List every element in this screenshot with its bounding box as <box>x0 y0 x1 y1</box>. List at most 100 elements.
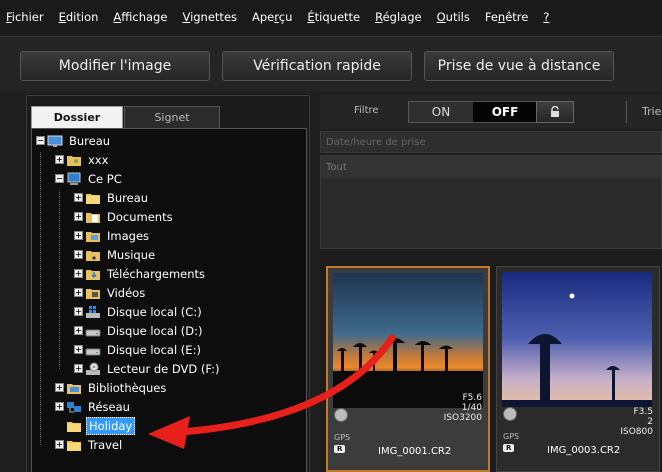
collapse-icon[interactable]: − <box>36 136 45 145</box>
filter-bar: Filtre ON OFF Trie <box>320 95 662 129</box>
tree-item-label: Images <box>107 228 150 243</box>
iso-value: ISO3200 <box>443 413 482 423</box>
tree-item-16[interactable]: + Travel <box>55 435 124 454</box>
expand-icon[interactable]: + <box>74 307 83 316</box>
gps-badge: GPS <box>334 433 351 442</box>
tab-bookmark[interactable]: Signet <box>124 106 220 128</box>
tree-item-label: Ce PC <box>88 171 122 186</box>
menu-0[interactable]: Fichier <box>6 10 44 24</box>
menu-4[interactable]: Aperçu <box>252 10 292 24</box>
tree-item-7[interactable]: + Téléchargements <box>74 264 207 283</box>
expand-icon[interactable]: + <box>55 155 64 164</box>
photo-night-baobab <box>502 272 652 407</box>
menu-1[interactable]: Edition <box>59 10 99 24</box>
libraries-icon <box>66 381 82 395</box>
expand-icon[interactable]: + <box>74 345 83 354</box>
tree-item-label: Disque local (E:) <box>107 342 201 357</box>
menu-2[interactable]: Affichage <box>113 10 167 24</box>
tree-item-4[interactable]: + Documents <box>74 207 175 226</box>
tree-connector <box>59 190 60 369</box>
menu-6[interactable]: Réglage <box>375 10 421 24</box>
drive-icon <box>85 324 101 338</box>
shooting-date-filter[interactable]: Date/heure de prise <box>320 131 662 153</box>
tree-item-6[interactable]: + Musique <box>74 245 157 264</box>
expand-icon[interactable]: + <box>74 193 83 202</box>
tree-item-11[interactable]: + Disque local (E:) <box>74 340 203 359</box>
tree-item-8[interactable]: + Vidéos <box>74 283 147 302</box>
quick-check-button[interactable]: Vérification rapide <box>222 51 412 81</box>
shutter-value: 1/40 <box>461 403 482 413</box>
menu-9[interactable]: ? <box>543 10 549 24</box>
tree-item-label: Holiday <box>86 416 136 435</box>
tab-folder[interactable]: Dossier <box>31 106 123 128</box>
menu-7[interactable]: Outils <box>437 10 470 24</box>
expand-icon[interactable]: + <box>74 288 83 297</box>
menu-bar: Fichier Edition Affichage Vignettes Aperçu Ét… <box>0 0 662 34</box>
downloads-folder-icon <box>85 267 101 281</box>
menu-5[interactable]: Étiquette <box>307 10 360 24</box>
thumbnail-img-0001[interactable]: F5.6 1/40 ISO3200 GPS R IMG_0001.CR2 <box>326 266 490 472</box>
raw-badge: R <box>334 445 346 453</box>
exif-info: F3.5 2 ISO800 <box>620 407 653 437</box>
tree-item-5[interactable]: + Images <box>74 226 151 245</box>
expand-icon[interactable]: + <box>74 231 83 240</box>
tree-item-12[interactable]: + Lecteur de DVD (F:) <box>74 359 222 378</box>
network-icon <box>66 400 82 414</box>
pictures-folder-icon <box>85 229 101 243</box>
filter-toggle: ON OFF <box>408 101 538 123</box>
user-folder-icon <box>66 153 82 167</box>
thumbnail-filename: IMG_0001.CR2 <box>378 446 452 457</box>
tree-item-14[interactable]: + Réseau <box>55 397 132 416</box>
menu-3[interactable]: Vignettes <box>182 10 237 24</box>
collapse-icon[interactable]: − <box>55 174 64 183</box>
tree-item-9[interactable]: + Disque local (C:) <box>74 302 204 321</box>
expand-icon[interactable]: + <box>55 440 64 449</box>
expand-icon[interactable]: + <box>55 383 64 392</box>
rating-icon[interactable] <box>334 408 348 422</box>
list-item-all[interactable]: Tout <box>321 156 661 178</box>
filter-on-button[interactable]: ON <box>409 102 473 122</box>
folder-icon <box>66 419 82 433</box>
rating-icon[interactable] <box>503 407 517 421</box>
tree-item-3[interactable]: + Bureau <box>74 188 150 207</box>
photo-sunset-baobabs <box>333 273 483 408</box>
raw-badge: R <box>503 444 515 452</box>
expand-icon[interactable]: + <box>55 402 64 411</box>
tree-item-label: Travel <box>88 437 123 452</box>
filter-off-button[interactable]: OFF <box>473 102 537 122</box>
expand-icon[interactable]: + <box>74 364 83 373</box>
tree-item-label: Téléchargements <box>107 266 206 281</box>
windows-drive-icon <box>85 305 101 319</box>
padlock-icon <box>551 106 559 117</box>
edit-image-button[interactable]: Modifier l'image <box>20 51 210 81</box>
videos-folder-icon <box>85 286 101 300</box>
remote-shooting-button[interactable]: Prise de vue à distance <box>424 51 614 81</box>
tree-item-10[interactable]: + Disque local (D:) <box>74 321 205 340</box>
filter-label: Filtre <box>354 105 379 116</box>
aperture-value: F3.5 <box>633 407 654 417</box>
gps-badge: GPS <box>503 432 520 441</box>
tree-item-0[interactable]: − Bureau <box>36 131 112 150</box>
folder-icon <box>66 438 82 452</box>
shutter-value: 2 <box>647 417 653 427</box>
tree-item-15[interactable]: Holiday <box>55 416 136 435</box>
sort-label: Trie <box>642 105 662 118</box>
expand-icon[interactable]: + <box>74 326 83 335</box>
expand-icon[interactable]: + <box>74 212 83 221</box>
thumbnail-img-0003[interactable]: F3.5 2 ISO800 GPS R IMG_0003.CR2 <box>496 266 660 472</box>
tree-item-label: Bureau <box>69 133 111 148</box>
tree-item-1[interactable]: + xxx <box>55 150 110 169</box>
expand-icon[interactable]: + <box>74 250 83 259</box>
document-folder-icon <box>85 210 101 224</box>
lock-button[interactable] <box>536 101 574 123</box>
tree-item-label: Disque local (C:) <box>107 304 202 319</box>
tree-item-2[interactable]: − Ce PC <box>55 169 124 188</box>
exif-info: F5.6 1/40 ISO3200 <box>444 393 482 423</box>
menu-8[interactable]: Fenêtre <box>485 10 529 24</box>
tree-item-13[interactable]: + Bibliothèques <box>55 378 168 397</box>
folder-icon <box>85 191 101 205</box>
date-filter-placeholder: Date/heure de prise <box>326 136 426 148</box>
tree-item-label: Disque local (D:) <box>107 323 203 338</box>
expand-icon[interactable]: + <box>74 269 83 278</box>
tree-item-label: xxx <box>88 152 109 167</box>
